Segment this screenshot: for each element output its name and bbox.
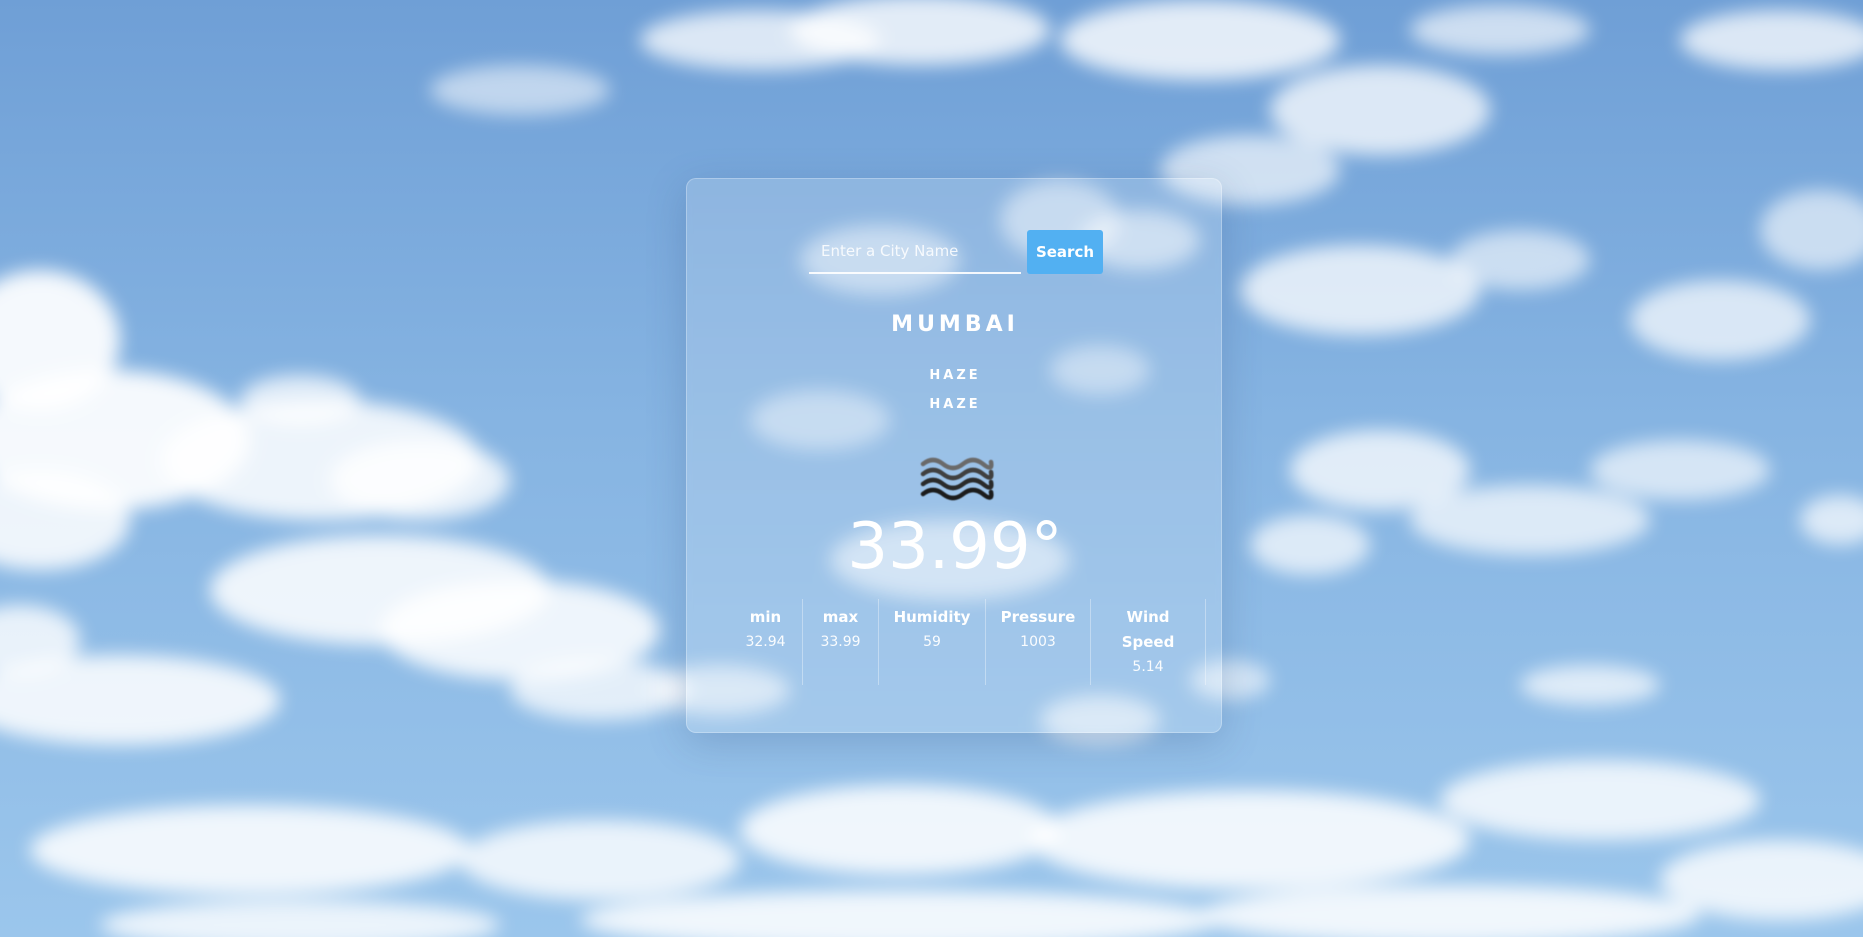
haze-icon [915, 452, 995, 504]
stat-max: max 33.99 [803, 599, 879, 685]
stat-value: 33.99 [820, 634, 861, 650]
search-button[interactable]: Search [1027, 230, 1103, 274]
stat-humidity: Humidity 59 [879, 599, 986, 685]
weather-stats: min 32.94 max 33.99 Humidity 59 Pressure… [729, 599, 1206, 685]
stat-wind-speed: Wind Speed 5.14 [1091, 599, 1206, 685]
stat-label: min [749, 608, 782, 626]
weather-condition: HAZE [929, 368, 981, 383]
stat-value: 5.14 [1132, 659, 1164, 675]
stat-label-line2: Speed [1121, 633, 1175, 651]
stat-value: 59 [923, 634, 941, 650]
stat-label: Wind [1126, 608, 1170, 626]
temperature: 33.99° [847, 510, 1063, 584]
stat-min: min 32.94 [729, 599, 803, 685]
weather-description: HAZE [929, 397, 981, 412]
stat-label: Pressure [1000, 608, 1076, 626]
stat-label: max [822, 608, 859, 626]
stat-value: 1003 [1020, 634, 1056, 650]
stat-value: 32.94 [745, 634, 786, 650]
weather-card: Search MUMBAI HAZE HAZE 33.99° min 32.94… [686, 178, 1222, 733]
city-search-input[interactable] [809, 230, 1021, 274]
search-form: Search [809, 230, 1103, 276]
stat-label: Humidity [893, 608, 971, 626]
stat-pressure: Pressure 1003 [986, 599, 1091, 685]
city-name: MUMBAI [891, 312, 1019, 337]
